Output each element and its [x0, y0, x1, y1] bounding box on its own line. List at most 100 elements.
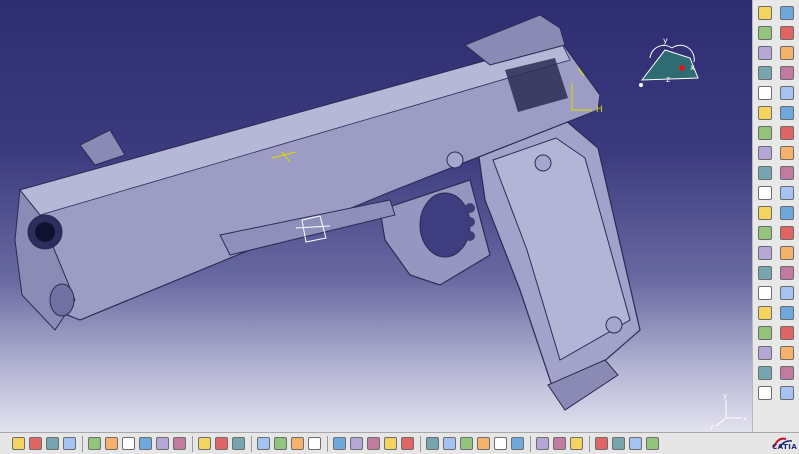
- scale-icon[interactable]: [758, 286, 772, 300]
- grip-screw-bottom: [605, 316, 623, 334]
- thickness-icon[interactable]: [758, 206, 772, 220]
- trigger-guard-opening: [419, 192, 471, 258]
- measure-between-icon[interactable]: [536, 437, 549, 450]
- rotate-icon[interactable]: [758, 246, 772, 260]
- line-icon[interactable]: [780, 66, 794, 80]
- symmetry-icon[interactable]: [780, 246, 794, 260]
- pad-icon[interactable]: [780, 26, 794, 40]
- catalog-icon[interactable]: [291, 437, 304, 450]
- grid-icon[interactable]: [758, 46, 772, 60]
- cut-3d-icon[interactable]: [629, 437, 642, 450]
- guard-hole: [465, 231, 475, 241]
- annotation-icon[interactable]: [780, 386, 794, 400]
- rib-icon[interactable]: [780, 126, 794, 140]
- whats-this-icon[interactable]: [173, 437, 186, 450]
- knowledge-icon[interactable]: [232, 437, 245, 450]
- sketcher-icon[interactable]: [758, 26, 772, 40]
- draft-icon[interactable]: [758, 186, 772, 200]
- chamfer-icon[interactable]: [780, 166, 794, 180]
- open-icon[interactable]: [29, 437, 42, 450]
- specifications-icon[interactable]: [758, 6, 772, 20]
- copy-icon[interactable]: [105, 437, 118, 450]
- hole-icon[interactable]: [758, 126, 772, 140]
- toolbar-separator: [82, 436, 83, 452]
- measure-inertia-icon[interactable]: [570, 437, 583, 450]
- boolean-add-icon[interactable]: [758, 326, 772, 340]
- constraint-icon[interactable]: [780, 46, 794, 60]
- normal-view-icon[interactable]: [426, 437, 439, 450]
- pocket-icon[interactable]: [780, 86, 794, 100]
- thread-icon[interactable]: [780, 206, 794, 220]
- point-icon[interactable]: [758, 66, 772, 80]
- grip-screw-top: [534, 154, 552, 172]
- apply-material-icon[interactable]: [758, 366, 772, 380]
- shading-icon[interactable]: [460, 437, 473, 450]
- 3d-viewport[interactable]: H y x z y x z: [0, 0, 752, 432]
- redo-icon[interactable]: [156, 437, 169, 450]
- guard-hole: [465, 217, 475, 227]
- stiffener-icon[interactable]: [780, 146, 794, 160]
- hide-show-icon[interactable]: [477, 437, 490, 450]
- compass-widget[interactable]: y x z: [639, 36, 699, 87]
- zoom-out-icon[interactable]: [401, 437, 414, 450]
- scan-icon[interactable]: [612, 437, 625, 450]
- swap-icon[interactable]: [646, 437, 659, 450]
- toolbar-separator: [192, 436, 193, 452]
- compass-label-z: z: [666, 75, 670, 84]
- table-icon[interactable]: [257, 437, 270, 450]
- parameters-icon[interactable]: [308, 437, 321, 450]
- close-surface-icon[interactable]: [780, 306, 794, 320]
- front-sight: [79, 129, 126, 166]
- boolean-remove-icon[interactable]: [780, 326, 794, 340]
- slot-icon[interactable]: [758, 146, 772, 160]
- remove-face-icon[interactable]: [758, 226, 772, 240]
- magazine-release: [465, 203, 475, 213]
- tree-icon[interactable]: [274, 437, 287, 450]
- right-toolbar-column-2: [777, 6, 797, 406]
- settings-icon[interactable]: [780, 6, 794, 20]
- right-toolbar-column-1: [755, 6, 775, 406]
- comment-icon[interactable]: [215, 437, 228, 450]
- union-trim-icon[interactable]: [780, 346, 794, 360]
- formula-icon[interactable]: [198, 437, 211, 450]
- sketch-label-h: H: [596, 105, 603, 115]
- measure-icon[interactable]: [780, 366, 794, 380]
- cut-icon[interactable]: [88, 437, 101, 450]
- paste-icon[interactable]: [122, 437, 135, 450]
- swap-visible-icon[interactable]: [494, 437, 507, 450]
- zoom-in-icon[interactable]: [384, 437, 397, 450]
- update-icon[interactable]: [595, 437, 608, 450]
- select-arrow-icon[interactable]: [758, 86, 772, 100]
- toolbar-separator: [420, 436, 421, 452]
- fit-all-icon[interactable]: [333, 437, 346, 450]
- rotate-view-icon[interactable]: [367, 437, 380, 450]
- render-icon[interactable]: [511, 437, 524, 450]
- split-icon[interactable]: [780, 286, 794, 300]
- axis-label-x: x: [743, 415, 747, 423]
- compass-label-y: y: [663, 36, 668, 45]
- mirror-icon[interactable]: [758, 266, 772, 280]
- groove-icon[interactable]: [780, 106, 794, 120]
- compass-label-x: x: [690, 63, 695, 72]
- pattern-icon[interactable]: [780, 266, 794, 280]
- shaft-icon[interactable]: [758, 106, 772, 120]
- fillet-icon[interactable]: [758, 166, 772, 180]
- pan-icon[interactable]: [350, 437, 363, 450]
- axis-label-y: y: [723, 392, 727, 400]
- thick-surface-icon[interactable]: [758, 306, 772, 320]
- translate-icon[interactable]: [780, 226, 794, 240]
- save-icon[interactable]: [46, 437, 59, 450]
- undo-icon[interactable]: [139, 437, 152, 450]
- brand-text: CATIA: [772, 443, 798, 451]
- shell-icon[interactable]: [780, 186, 794, 200]
- measure-item-icon[interactable]: [553, 437, 566, 450]
- new-icon[interactable]: [12, 437, 25, 450]
- model-view[interactable]: H y x z y x z: [0, 0, 752, 432]
- print-icon[interactable]: [63, 437, 76, 450]
- intersect-icon[interactable]: [758, 346, 772, 360]
- iso-view-icon[interactable]: [443, 437, 456, 450]
- guide-rod-hole: [49, 283, 75, 317]
- toolbar-separator: [589, 436, 590, 452]
- slide-stop-pin: [446, 151, 464, 169]
- analysis-icon[interactable]: [758, 386, 772, 400]
